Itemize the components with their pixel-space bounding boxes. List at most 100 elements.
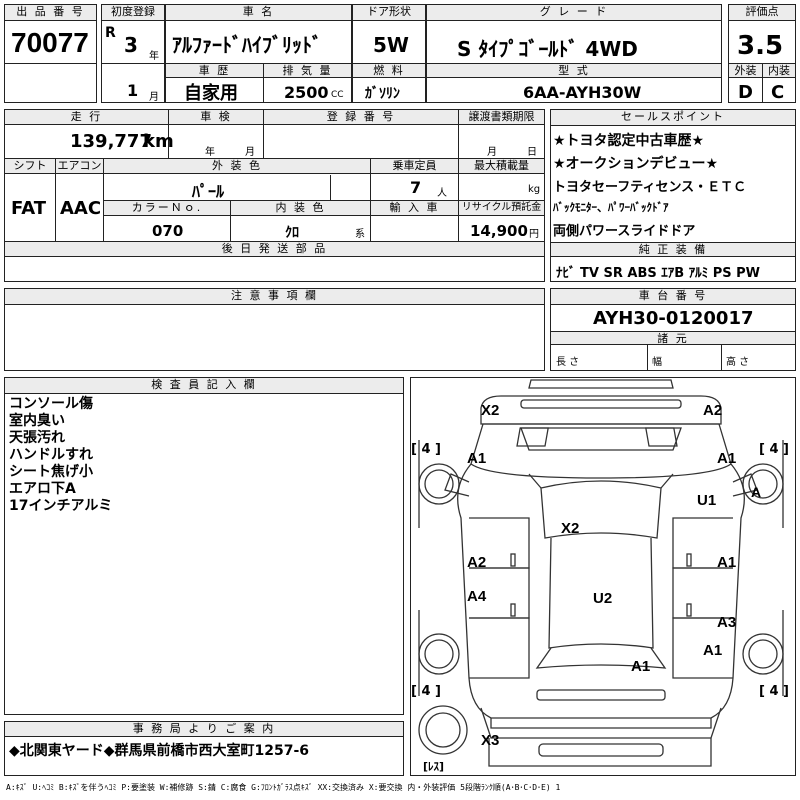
later-label: 後 日 発 送 部 品: [5, 242, 544, 257]
capacity-label: 乗車定員: [370, 159, 458, 174]
color-no: 070: [152, 222, 184, 240]
model: 6AA-AYH30W: [523, 83, 642, 102]
tire-mark-fr: [ 4 ]: [759, 442, 789, 457]
sales-points-box: セールスポイント ★トヨタ認定中古車歴★ ★オークションデビュー★ トヨタセーフ…: [550, 109, 796, 282]
insp-year-unit: 年: [205, 147, 215, 158]
lot-box: 出 品 番 号 70077: [4, 4, 97, 103]
capacity: 7: [410, 178, 422, 197]
damage-code: A1: [467, 450, 487, 467]
damage-code: A1: [631, 658, 651, 675]
chassis-box: 車 台 番 号 AYH30-0120017 諸 元 長 さ 幅 高 さ: [550, 288, 796, 371]
damage-code: A2: [703, 402, 723, 419]
inspector-box: 検 査 員 記 入 欄 コンソール傷 室内臭い 天張汚れ ハンドルすれ シート焦…: [4, 377, 404, 715]
office-text: ◆北関東ヤード◆群馬県前橋市西大室町1257-6: [9, 743, 310, 759]
first-reg-label: 初度登録: [102, 5, 164, 21]
ext-score: D: [738, 82, 753, 103]
name-box: 車 名 ｱﾙﾌｧｰﾄﾞﾊｲﾌﾞﾘｯﾄﾞ 車 歴 排 気 量 自家用 2500 C…: [165, 4, 352, 104]
reg-year: 3: [124, 33, 138, 57]
reg-label: 登 録 番 号: [263, 110, 458, 125]
ext-label: 外装: [729, 63, 762, 78]
shift-label: シフト: [5, 159, 55, 174]
name-label: 車 名: [166, 5, 351, 21]
color: ﾊﾟｰﾙ: [192, 182, 225, 201]
inspector-notes: コンソール傷 室内臭い 天張汚れ ハンドルすれ シート焦げ小 エアロ下A 17イ…: [9, 396, 112, 515]
damage-code: X3: [481, 732, 500, 749]
reg-month: 1: [127, 81, 139, 100]
first-reg-box: 初度登録 R 3 年 1 月: [101, 4, 165, 103]
equipment-items: ﾅﾋﾞ TV SR ABS ｴｱB ｱﾙﾐ PS PW: [556, 266, 760, 281]
displacement: 2500: [284, 83, 329, 102]
transfer-month-unit: 月: [487, 147, 497, 158]
displacement-unit: CC: [331, 90, 344, 100]
int-score: C: [771, 82, 785, 103]
interior-unit: 系: [355, 229, 365, 240]
inspector-note-7: 17インチアルミ: [9, 498, 113, 514]
damage-code: A1: [717, 554, 737, 571]
interior-label: 内 装 色: [230, 201, 370, 216]
displacement-label: 排 気 量: [263, 63, 351, 78]
fuel: ｶﾞｿﾘﾝ: [365, 86, 400, 102]
mileage-label: 走 行: [5, 110, 168, 125]
damage-code: A3: [717, 614, 737, 631]
history: 自家用: [184, 83, 238, 104]
equipment-label: 純 正 装 備: [551, 242, 795, 257]
width-label: 幅: [652, 357, 662, 368]
damage-code: A1: [717, 450, 737, 467]
tire-mark-fl: [ 4 ]: [411, 442, 441, 457]
spare-label: [ﾚｽ]: [423, 760, 445, 773]
shift: FAT: [11, 198, 47, 219]
height-label: 高 さ: [726, 357, 750, 368]
office-box: 事 務 局 よ り ご 案 内 ◆北関東ヤード◆群馬県前橋市西大室町1257-6: [4, 721, 404, 776]
score-label: 評価点: [729, 5, 795, 21]
load-unit: kg: [528, 184, 541, 195]
chassis-label: 車 台 番 号: [551, 289, 795, 305]
recycle-label: リサイクル預託金: [459, 201, 544, 216]
model-label: 型 式: [427, 63, 721, 78]
load-label: 最大積載量: [458, 159, 544, 174]
car-outline: [418, 379, 784, 767]
score-box: 評価点 3.5 外装 内装 D C: [728, 4, 796, 103]
fuel-label: 燃 料: [353, 63, 425, 78]
lot-label: 出 品 番 号: [5, 5, 96, 21]
tire-mark-rl: [ 4 ]: [411, 684, 441, 699]
door-label: ドア形状: [353, 5, 425, 21]
inspector-note-4: ハンドルすれ: [9, 447, 93, 463]
office-label: 事 務 局 よ り ご 案 内: [5, 722, 403, 737]
sales-point-3: トヨタセーフティセンス・ＥＴＣ: [553, 180, 747, 195]
chassis-number: AYH30-0120017: [593, 308, 754, 329]
sales-point-2: ★オークションデビュー★: [553, 156, 719, 172]
int-label: 内装: [762, 63, 795, 78]
inspector-note-5: シート焦げ小: [9, 464, 93, 480]
inspector-note-3: 天張汚れ: [9, 430, 65, 446]
damage-code: X2: [561, 520, 580, 537]
sales-point-1: ★トヨタ認定中古車歴★: [553, 133, 705, 149]
mileage: 139,777: [70, 131, 152, 152]
caution-label: 注 意 事 項 欄: [5, 289, 544, 305]
interior: ｸﾛ: [285, 225, 299, 241]
door: 5W: [373, 33, 409, 57]
length-label: 長 さ: [556, 357, 580, 368]
year-unit: 年: [149, 51, 159, 62]
score: 3.5: [737, 31, 784, 61]
insp-month-unit: 月: [245, 147, 255, 158]
import-label: 輸 入 車: [371, 201, 458, 216]
car-diagram: [ 4 ] [ 4 ] [ 4 ] [ 4 ] [ﾚｽ] X2 A2 A1 A1…: [410, 377, 796, 776]
inspection-label: 車 検: [168, 110, 263, 125]
door-box: ドア形状 5W 燃 料 ｶﾞｿﾘﾝ: [352, 4, 426, 103]
ac: AAC: [60, 198, 102, 219]
damage-code: U1: [697, 492, 717, 509]
dims-label: 諸 元: [551, 331, 795, 345]
inspector-note-2: 室内臭い: [9, 413, 65, 429]
lot-number: 70077: [11, 27, 89, 58]
legend: A:ｷｽﾞ U:ﾍｺﾐ B:ｷｽﾞを伴うﾍｺﾐ P:要塗装 W:補修跡 S:錆 …: [6, 783, 561, 792]
color-label: 外 装 色: [103, 159, 370, 174]
month-unit: 月: [149, 92, 159, 103]
damage-code: A1: [703, 642, 723, 659]
damage-code: A4: [467, 588, 487, 605]
inspector-note-1: コンソール傷: [9, 396, 93, 412]
grade-box: グ レ ー ド S ﾀｲﾌﾟｺﾞｰﾙﾄﾞ 4WD 型 式 6AA-AYH30W: [426, 4, 722, 103]
damage-code: A2: [467, 554, 487, 571]
capacity-unit: 人: [437, 188, 447, 199]
damage-code: A: [751, 484, 762, 500]
recycle: 14,900: [470, 222, 528, 240]
